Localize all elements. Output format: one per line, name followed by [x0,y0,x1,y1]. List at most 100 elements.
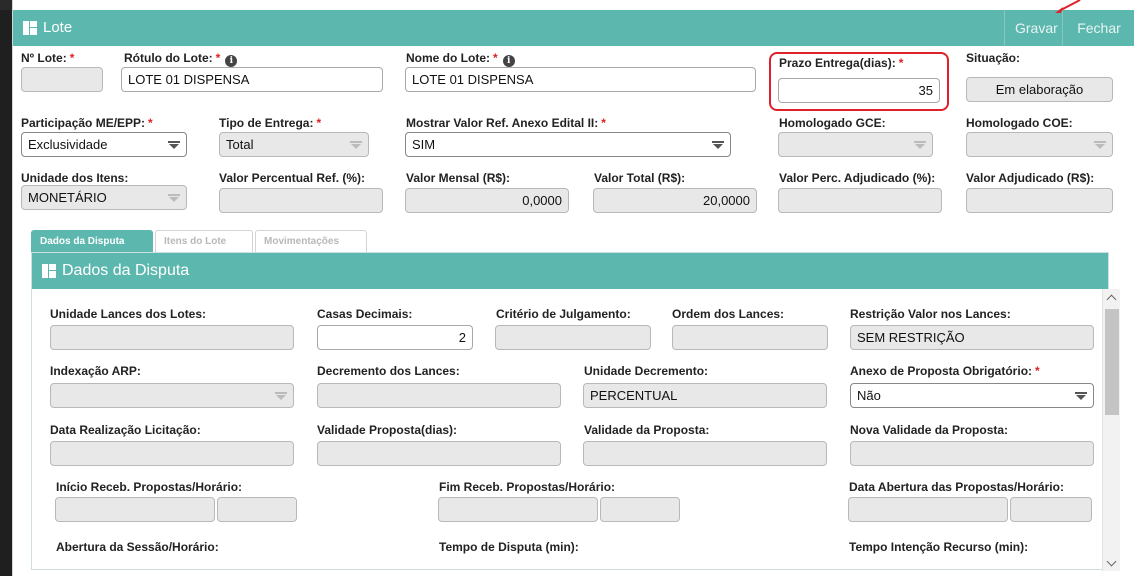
chevron-down-icon [275,392,287,400]
indexacao-arp-select[interactable] [50,383,294,408]
mostrar-valor-value: SIM [412,137,436,152]
fim-receb-date[interactable] [438,497,598,522]
valor-adjudicado-field [966,188,1113,213]
participacao-select[interactable]: Exclusividade [21,132,187,157]
chevron-down-icon [1075,392,1087,400]
rotulo-lote-label: Rótulo do Lote: * i [124,51,238,67]
tab-movimentacoes[interactable]: Movimentações [255,230,367,252]
participacao-value: Exclusividade [28,137,108,152]
data-abertura-time[interactable] [1010,497,1092,522]
validade-proposta-field [583,441,827,466]
homologado-coe-label: Homologado COE: [966,116,1073,130]
ordem-lances-field [672,325,828,350]
rotulo-lote-input[interactable]: LOTE 01 DISPENSA [121,67,383,92]
unidade-lances-label: Unidade Lances dos Lotes: [50,307,207,321]
required-marker: * [148,116,153,130]
dados-disputa-panel: Dados da Disputa Unidade Lances dos Lote… [31,252,1120,571]
valor-adjudicado-label: Valor Adjudicado (R$): [966,171,1095,185]
lote-window: Lote Gravar Fechar Nº Lote: * Rótulo do L… [12,0,1134,576]
chevron-down-icon [168,141,180,149]
nova-validade-label: Nova Validade da Proposta: [850,423,1009,437]
chevron-down-icon [350,141,362,149]
ordem-lances-label: Ordem dos Lances: [672,307,785,321]
prazo-entrega-label: Prazo Entrega(dias): * [779,56,904,70]
fim-receb-label: Fim Receb. Propostas/Horário: [439,480,616,494]
validade-proposta-dias-field [317,441,561,466]
prazo-entrega-input[interactable]: 35 [778,78,940,103]
info-icon[interactable]: i [502,55,515,67]
numero-lote-label: Nº Lote: * [21,51,75,65]
valor-perc-adjudicado-field [778,188,942,213]
abertura-sessao-label: Abertura da Sessão/Horário: [56,540,219,554]
window-title: Lote [43,19,73,36]
inicio-receb-date[interactable] [55,497,215,522]
criterio-julgamento-label: Critério de Julgamento: [496,307,631,321]
nome-lote-input[interactable]: LOTE 01 DISPENSA [405,67,756,92]
scroll-thumb[interactable] [1105,309,1119,415]
tempo-intencao-label: Tempo Intenção Recurso (min): [849,540,1029,554]
unidade-itens-label: Unidade dos Itens: [21,171,129,185]
tab-itens-lote[interactable]: Itens do Lote [155,230,253,252]
tab-dados-disputa[interactable]: Dados da Disputa [31,230,153,252]
data-realizacao-field [50,441,294,466]
casas-decimais-label: Casas Decimais: [317,307,413,321]
validade-proposta-label: Validade da Proposta: [584,423,710,437]
required-marker: * [215,51,221,65]
nome-lote-label: Nome do Lote: * i [406,51,515,67]
annotation-arrow-icon [1055,0,1081,13]
unidade-itens-select[interactable]: MONETÁRIO [21,185,187,210]
tipo-entrega-label: Tipo de Entrega: * [219,116,322,130]
required-marker: * [493,51,498,65]
anexo-proposta-value: Não [857,388,881,403]
left-edge [0,10,12,576]
panel-scrollbar[interactable] [1102,289,1120,571]
valor-percentual-ref-label: Valor Percentual Ref. (%): [219,171,366,185]
grid-icon [42,264,56,278]
criterio-julgamento-field [495,325,651,350]
data-abertura-label: Data Abertura das Propostas/Horário: [849,480,1064,494]
restricao-valor-label: Restrição Valor nos Lances: [850,307,1011,321]
valor-total-label: Valor Total (R$): [594,171,686,185]
scroll-down-icon[interactable] [1103,555,1121,571]
tipo-entrega-select[interactable]: Total [219,132,369,157]
gravar-button[interactable]: Gravar [1004,10,1062,46]
anexo-proposta-label: Anexo de Proposta Obrigatório: * [850,364,1040,378]
nova-validade-field [850,441,1094,466]
inicio-receb-label: Início Receb. Propostas/Horário: [56,480,243,494]
tempo-disputa-label: Tempo de Disputa (min): [439,540,579,554]
valor-total-field: 20,0000 [593,188,757,213]
indexacao-arp-label: Indexação ARP: [50,364,141,378]
valor-percentual-ref-field [219,188,383,213]
homologado-gce-select[interactable] [778,132,933,157]
required-marker: * [316,116,322,130]
restricao-valor-field: SEM RESTRIÇÃO [850,325,1094,350]
required-marker: * [601,116,606,130]
decremento-lances-label: Decremento dos Lances: [317,364,460,378]
fim-receb-time[interactable] [600,497,680,522]
info-icon[interactable]: i [225,55,238,67]
scroll-up-icon[interactable] [1103,289,1121,305]
chevron-down-icon [712,141,724,149]
chevron-down-icon [914,141,926,149]
panel-header: Dados da Disputa [32,253,1108,289]
validade-proposta-dias-label: Validade Proposta(dias): [317,423,458,437]
fechar-button[interactable]: Fechar [1062,10,1134,46]
chevron-down-icon [168,194,180,202]
decremento-lances-field [317,383,561,408]
data-abertura-date[interactable] [848,497,1008,522]
situacao-label: Situação: [966,51,1021,65]
casas-decimais-input[interactable]: 2 [317,325,473,350]
situacao-field: Em elaboração [966,77,1113,102]
data-realizacao-label: Data Realização Licitação: [50,423,201,437]
unidade-lances-field [50,325,294,350]
inicio-receb-time[interactable] [217,497,297,522]
homologado-coe-select[interactable] [966,132,1113,157]
chevron-down-icon [1094,141,1106,149]
required-marker: * [898,56,904,70]
numero-lote-field[interactable] [21,67,103,92]
homologado-gce-label: Homologado GCE: [779,116,886,130]
mostrar-valor-label: Mostrar Valor Ref. Anexo Edital II: * [406,116,606,130]
anexo-proposta-select[interactable]: Não [850,383,1094,408]
grid-icon [23,21,37,35]
mostrar-valor-select[interactable]: SIM [405,132,731,157]
